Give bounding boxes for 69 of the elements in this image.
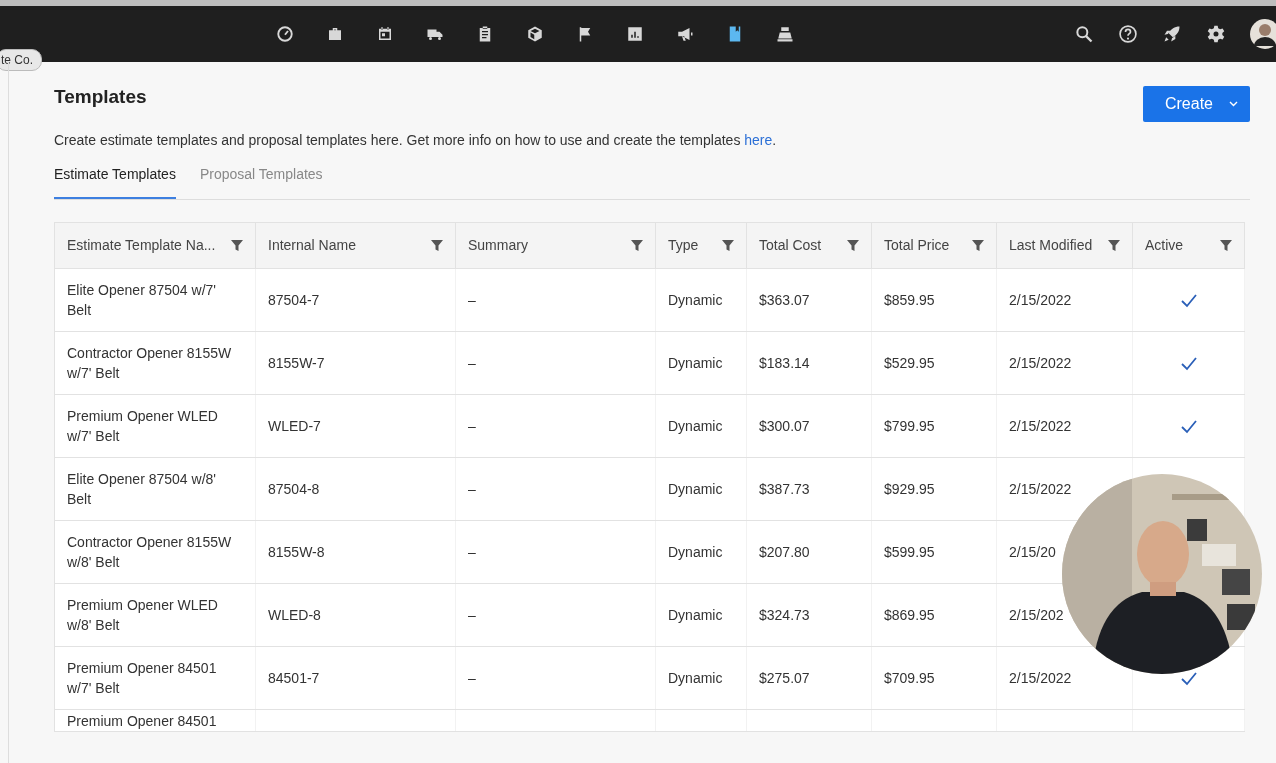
table-cell: Premium Opener WLED w/8' Belt <box>54 583 256 647</box>
table-cell: $275.07 <box>746 646 872 710</box>
table-cell: $529.95 <box>871 331 997 395</box>
table-cell: Dynamic <box>655 646 747 710</box>
table-cell: Elite Opener 87504 w/8' Belt <box>54 457 256 521</box>
tab[interactable]: Estimate Templates <box>54 159 176 199</box>
table-cell: $859.95 <box>871 268 997 332</box>
column-header[interactable]: Active <box>1132 222 1245 269</box>
table-cell: Dynamic <box>655 520 747 584</box>
column-header[interactable]: Internal Name <box>255 222 456 269</box>
table-cell: – <box>455 268 656 332</box>
filter-icon[interactable] <box>1108 239 1120 252</box>
table-cell: 84501-7 <box>255 646 456 710</box>
table-cell: Dynamic <box>655 268 747 332</box>
table-cell: $387.73 <box>746 457 872 521</box>
table-cell: $183.14 <box>746 331 872 395</box>
table-cell: Dynamic <box>655 457 747 521</box>
table-cell: Premium Opener 84501 <box>54 709 256 732</box>
table-cell: $599.95 <box>871 520 997 584</box>
create-button[interactable]: Create <box>1142 86 1250 122</box>
filter-icon[interactable] <box>1220 239 1232 252</box>
table-cell: – <box>455 583 656 647</box>
table-cell: 2/15/2022 <box>996 394 1133 458</box>
table-cell: Contractor Opener 8155W w/7' Belt <box>54 331 256 395</box>
table-cell: Elite Opener 87504 w/7' Belt <box>54 268 256 332</box>
table-cell: – <box>455 331 656 395</box>
table-cell: Premium Opener WLED w/7' Belt <box>54 394 256 458</box>
page-title: Templates <box>54 86 147 109</box>
filter-icon[interactable] <box>431 239 443 252</box>
table-cell: – <box>455 394 656 458</box>
table-cell: 8155W-8 <box>255 520 456 584</box>
table-cell: 87504-7 <box>255 268 456 332</box>
table-cell: $363.07 <box>746 268 872 332</box>
description-text: Create estimate templates and proposal templates here. Get more info on how to use and create the templates here. <box>54 131 778 150</box>
filter-icon[interactable] <box>231 239 243 252</box>
table-cell: – <box>455 646 656 710</box>
table-cell: – <box>455 520 656 584</box>
help-link[interactable]: here <box>744 132 773 148</box>
column-header[interactable]: Type <box>655 222 747 269</box>
column-header[interactable]: Last Modified <box>996 222 1133 269</box>
table-cell: 2/15/2022 <box>996 331 1133 395</box>
table-cell: WLED-8 <box>255 583 456 647</box>
column-header[interactable]: Total Cost <box>746 222 872 269</box>
table-cell: Contractor Opener 8155W w/8' Belt <box>54 520 256 584</box>
table-cell: Dynamic <box>655 583 747 647</box>
table-cell: Premium Opener 84501 w/7' Belt <box>54 646 256 710</box>
table-cell: $324.73 <box>746 583 872 647</box>
table-cell: – <box>455 457 656 521</box>
column-header[interactable]: Total Price <box>871 222 997 269</box>
filter-icon[interactable] <box>631 239 643 252</box>
table-cell: 87504-8 <box>255 457 456 521</box>
table-cell: $929.95 <box>871 457 997 521</box>
table-cell: $207.80 <box>746 520 872 584</box>
table-cell: $799.95 <box>871 394 997 458</box>
table-cell: $300.07 <box>746 394 872 458</box>
column-header[interactable]: Summary <box>455 222 656 269</box>
table-cell: WLED-7 <box>255 394 456 458</box>
table-cell: 2/15/2022 <box>996 268 1133 332</box>
table-cell: Dynamic <box>655 331 747 395</box>
column-header[interactable]: Estimate Template Na... <box>54 222 256 269</box>
filter-icon[interactable] <box>847 239 859 252</box>
filter-icon[interactable] <box>972 239 984 252</box>
table-cell: Dynamic <box>655 394 747 458</box>
table-cell: $709.95 <box>871 646 997 710</box>
table-cell: 8155W-7 <box>255 331 456 395</box>
caret-icon <box>1229 101 1238 107</box>
company-badge: te Co. <box>0 49 42 71</box>
table-cell: $869.95 <box>871 583 997 647</box>
filter-icon[interactable] <box>722 239 734 252</box>
